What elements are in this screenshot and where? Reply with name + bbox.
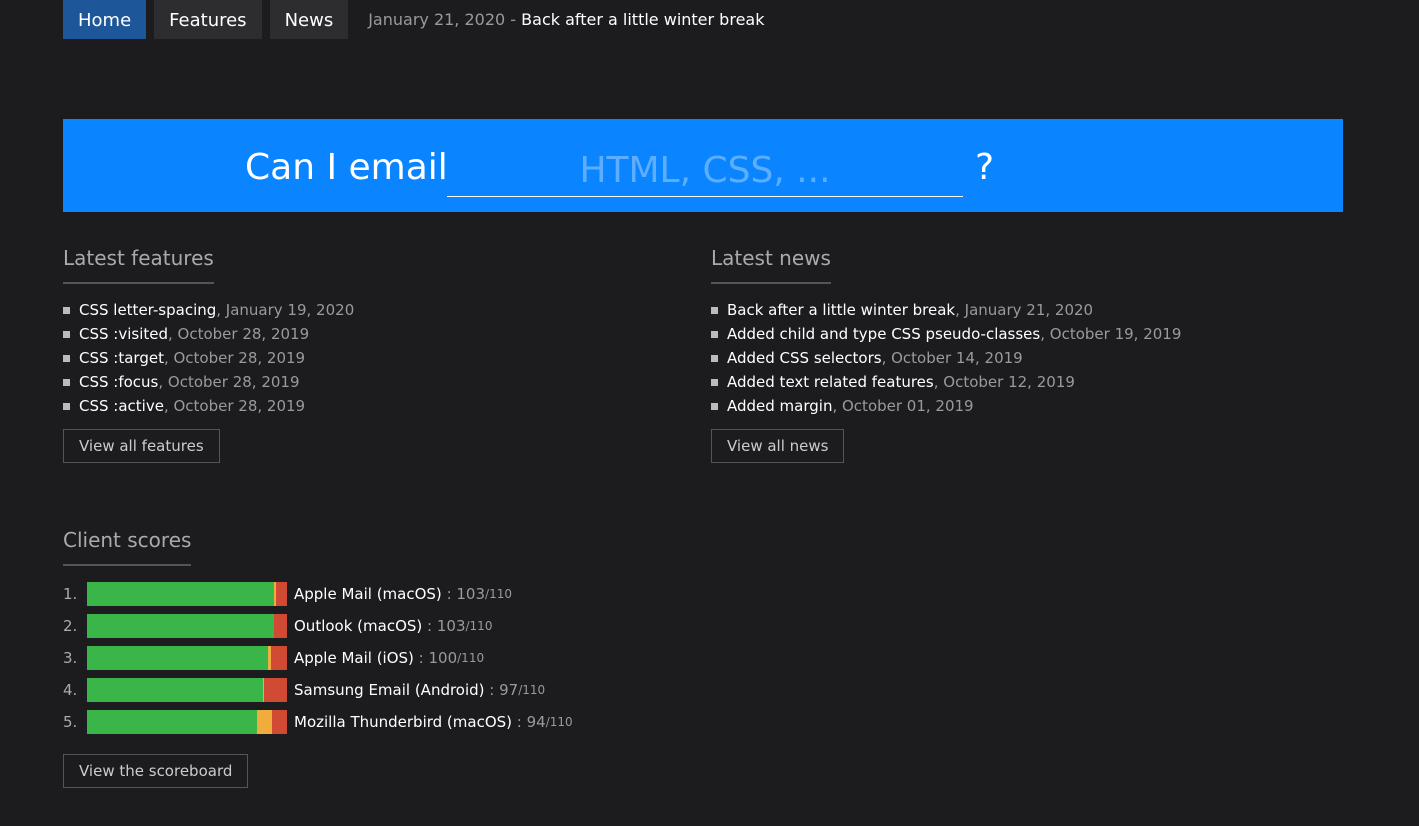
ticker-date: January 21, 2020 <box>368 10 506 29</box>
item-date: , October 14, 2019 <box>881 349 1023 367</box>
list-item: Added child and type CSS pseudo-classes,… <box>711 322 1181 346</box>
score-total: /110 <box>465 619 493 633</box>
item-link[interactable]: Added text related features <box>727 373 934 391</box>
score: 103 <box>456 585 486 603</box>
score-row: 1. Apple Mail (macOS) : 103/110 <box>63 578 573 610</box>
rank: 3. <box>63 649 78 667</box>
item-link[interactable]: Added CSS selectors <box>727 349 882 367</box>
item-link[interactable]: CSS letter-spacing <box>79 301 216 319</box>
rank: 4. <box>63 681 78 699</box>
section-title: Latest news <box>711 246 831 284</box>
view-all-news-button[interactable]: View all news <box>711 429 845 463</box>
score-bar <box>87 678 287 702</box>
supported-segment <box>87 710 257 734</box>
section-title: Latest features <box>63 246 214 284</box>
score-total: /110 <box>545 715 573 729</box>
score-sep: : <box>484 681 500 699</box>
list-item: CSS letter-spacing, January 19, 2020 <box>63 298 354 322</box>
list-item: Added CSS selectors, October 14, 2019 <box>711 346 1181 370</box>
client-name[interactable]: Samsung Email (Android) <box>294 681 485 699</box>
client-name[interactable]: Mozilla Thunderbird (macOS) <box>294 713 512 731</box>
item-link[interactable]: Added margin <box>727 397 832 415</box>
ticker-separator: - <box>505 10 522 29</box>
view-all-features-button[interactable]: View all features <box>63 429 220 463</box>
search-input[interactable] <box>447 144 963 197</box>
unsupported-segment <box>272 710 287 734</box>
list-item: CSS :target, October 28, 2019 <box>63 346 354 370</box>
score: 103 <box>436 617 466 635</box>
section-title: Client scores <box>63 528 192 566</box>
item-date: , October 28, 2019 <box>163 397 306 415</box>
list-item: Back after a little winter break, Januar… <box>711 298 1181 322</box>
top-nav: Home Features News January 21, 2020 - Ba… <box>63 0 764 39</box>
list-item: Added text related features, October 12,… <box>711 370 1181 394</box>
score-sep: : <box>422 617 437 635</box>
item-date: , October 28, 2019 <box>163 349 306 367</box>
client-name[interactable]: Outlook (macOS) <box>294 617 422 635</box>
list-item: CSS :active, October 28, 2019 <box>63 394 354 418</box>
nav-news[interactable]: News <box>269 0 349 39</box>
score-bar <box>87 646 287 670</box>
news-ticker[interactable]: January 21, 2020 - Back after a little w… <box>368 10 764 29</box>
score-total: /110 <box>457 651 485 665</box>
score-total: /110 <box>485 587 512 601</box>
item-link[interactable]: CSS :visited <box>79 325 168 343</box>
score-total: /110 <box>518 683 546 697</box>
score-sep: : <box>441 585 457 603</box>
score-sep: : <box>512 713 527 731</box>
view-scoreboard-button[interactable]: View the scoreboard <box>63 754 249 788</box>
unsupported-segment <box>271 646 287 670</box>
client-name[interactable]: Apple Mail (macOS) <box>294 585 442 603</box>
score-bar <box>87 582 287 606</box>
supported-segment <box>87 614 274 638</box>
item-date: , October 28, 2019 <box>168 325 310 343</box>
item-date: , January 19, 2020 <box>216 301 355 319</box>
item-date: , October 12, 2019 <box>933 373 1075 391</box>
client-scores: Client scores 1. Apple Mail (macOS) : 10… <box>63 528 573 788</box>
score-sep: : <box>413 649 429 667</box>
rank: 5. <box>63 713 78 731</box>
score-bar <box>87 614 287 638</box>
search-label: Can I email <box>245 147 448 188</box>
item-link[interactable]: CSS :focus <box>79 373 158 391</box>
score-row: 5. Mozilla Thunderbird (macOS) : 94/110 <box>63 706 573 738</box>
item-link[interactable]: CSS :active <box>79 397 164 415</box>
score-row: 3. Apple Mail (iOS) : 100/110 <box>63 642 573 674</box>
score-bar <box>87 710 287 734</box>
item-link[interactable]: Back after a little winter break <box>727 301 955 319</box>
score-row: 2. Outlook (macOS) : 103/110 <box>63 610 573 642</box>
supported-segment <box>87 678 263 702</box>
supported-segment <box>87 646 268 670</box>
list-item: CSS :focus, October 28, 2019 <box>63 370 354 394</box>
item-link[interactable]: CSS :target <box>79 349 164 367</box>
unsupported-segment <box>264 678 287 702</box>
search-hero: Can I email ? <box>63 119 1343 212</box>
score: 97 <box>499 681 519 699</box>
unsupported-segment <box>276 582 287 606</box>
latest-news: Latest news Back after a little winter b… <box>711 246 1181 463</box>
item-date: , January 21, 2020 <box>955 301 1094 319</box>
score: 100 <box>428 649 458 667</box>
item-date: , October 19, 2019 <box>1040 325 1182 343</box>
partial-segment <box>257 710 272 734</box>
supported-segment <box>87 582 274 606</box>
client-name[interactable]: Apple Mail (iOS) <box>294 649 414 667</box>
item-date: , October 01, 2019 <box>832 397 974 415</box>
nav-features[interactable]: Features <box>154 0 262 39</box>
rank: 1. <box>63 585 78 603</box>
ticker-title: Back after a little winter break <box>521 10 765 29</box>
score-row: 4. Samsung Email (Android) : 97/110 <box>63 674 573 706</box>
list-item: CSS :visited, October 28, 2019 <box>63 322 354 346</box>
rank: 2. <box>63 617 78 635</box>
item-date: , October 28, 2019 <box>158 373 300 391</box>
latest-features: Latest features CSS letter-spacing, Janu… <box>63 246 354 463</box>
unsupported-segment <box>274 614 287 638</box>
nav-home[interactable]: Home <box>63 0 147 39</box>
score: 94 <box>526 713 546 731</box>
item-link[interactable]: Added child and type CSS pseudo-classes <box>727 325 1040 343</box>
list-item: Added margin, October 01, 2019 <box>711 394 1181 418</box>
search-suffix: ? <box>975 147 995 188</box>
